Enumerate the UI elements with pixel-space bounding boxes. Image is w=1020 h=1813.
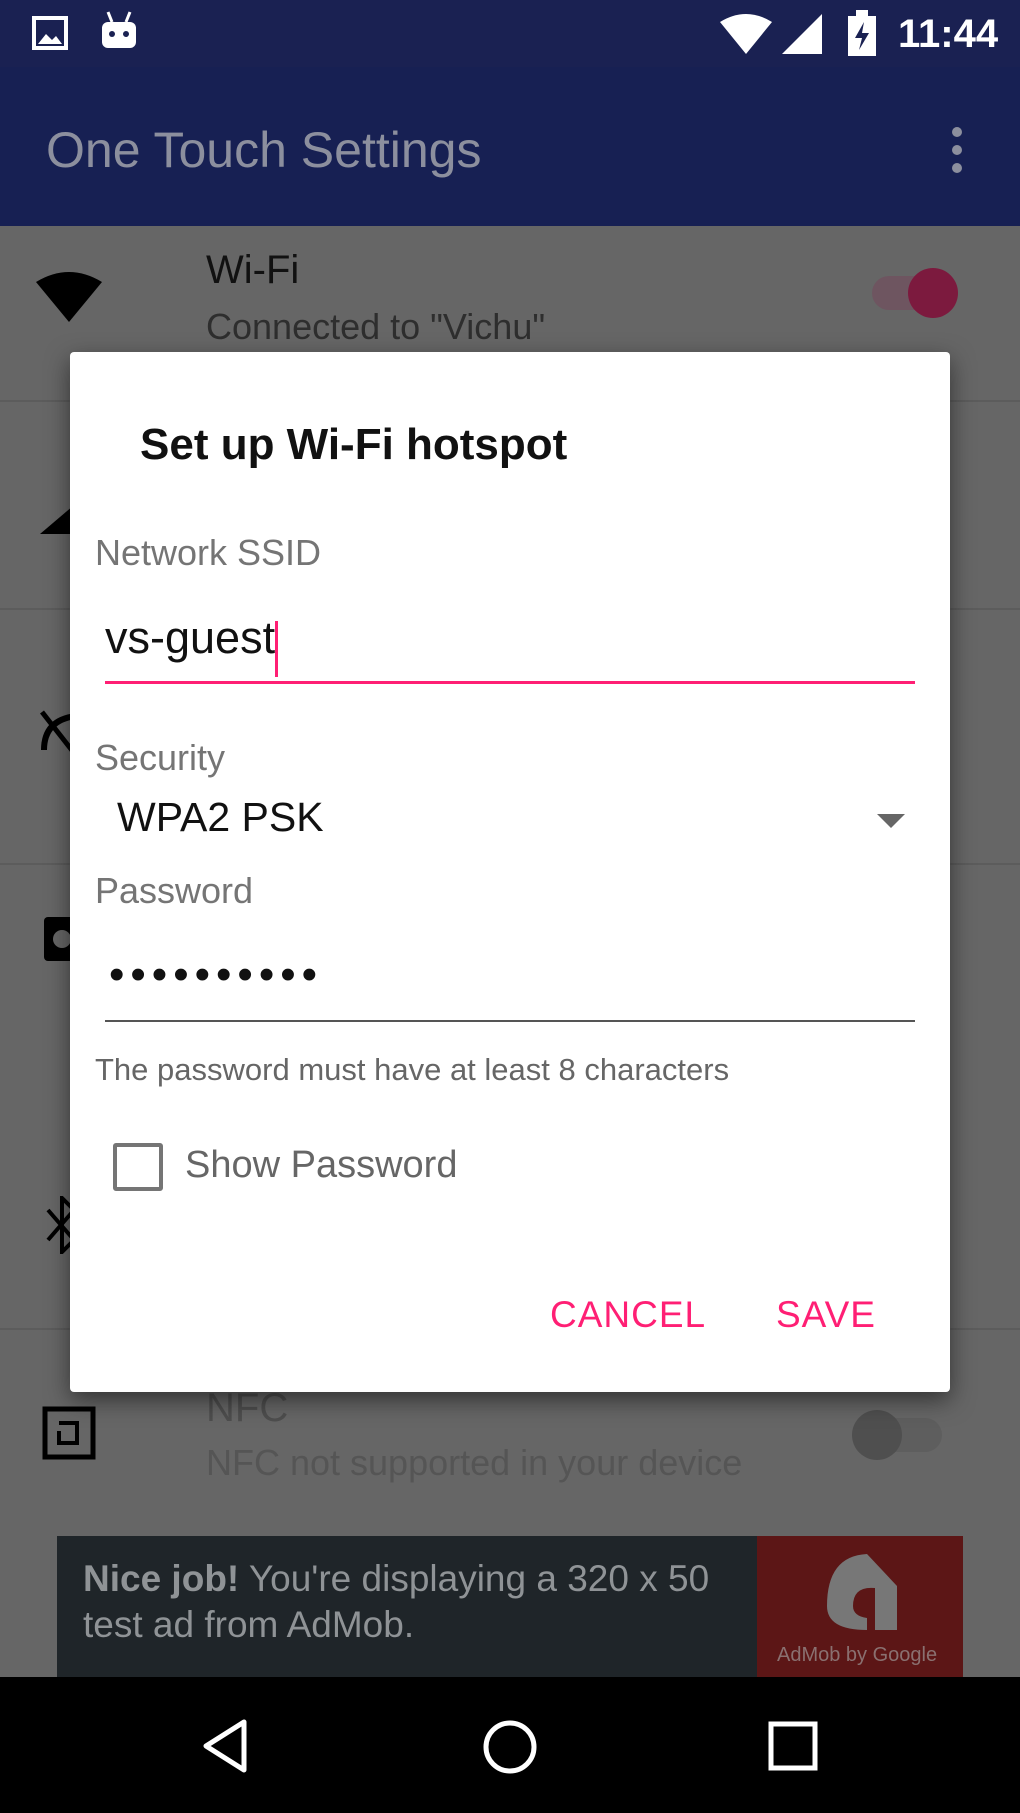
admob-brand: AdMob by Google bbox=[777, 1644, 938, 1666]
navigation-bar bbox=[0, 1677, 1020, 1813]
clock: 11:44 bbox=[898, 12, 999, 56]
app-title: One Touch Settings bbox=[46, 122, 482, 178]
cancel-button[interactable]: CANCEL bbox=[550, 1294, 706, 1336]
more-vert-icon[interactable] bbox=[950, 126, 964, 174]
wifi-icon bbox=[36, 272, 102, 322]
save-button[interactable]: SAVE bbox=[776, 1294, 876, 1336]
ad-text: Nice job! You're displaying a 320 x 50 t… bbox=[83, 1558, 710, 1645]
ad-banner[interactable]: Nice job! You're displaying a 320 x 50 t… bbox=[57, 1536, 963, 1677]
checkbox-box[interactable] bbox=[113, 1143, 163, 1191]
admob-logo: AdMob by Google bbox=[757, 1536, 963, 1677]
admob-icon bbox=[827, 1554, 897, 1630]
ssid-value: vs-guest bbox=[105, 612, 276, 663]
nfc-icon bbox=[42, 1406, 96, 1460]
dropdown-arrow-icon bbox=[877, 814, 905, 828]
ssid-label: Network SSID bbox=[95, 532, 322, 573]
battery-charging-icon bbox=[848, 10, 876, 56]
security-dropdown[interactable]: WPA2 PSK bbox=[105, 790, 915, 850]
wifi-toggle[interactable] bbox=[872, 268, 958, 318]
nfc-title: NFC bbox=[206, 1386, 289, 1430]
security-label: Security bbox=[95, 737, 226, 778]
back-icon[interactable] bbox=[202, 1719, 248, 1773]
recents-icon[interactable] bbox=[768, 1721, 818, 1771]
show-password-label: Show Password bbox=[185, 1144, 458, 1186]
password-label: Password bbox=[95, 870, 254, 911]
password-value: •••••••••• bbox=[109, 950, 324, 999]
ssid-input[interactable]: vs-guest bbox=[105, 612, 915, 684]
signal-icon bbox=[782, 14, 822, 54]
security-value: WPA2 PSK bbox=[117, 794, 324, 840]
password-input[interactable]: •••••••••• bbox=[105, 942, 915, 1022]
dialog-title: Set up Wi-Fi hotspot bbox=[140, 420, 568, 469]
home-icon[interactable] bbox=[482, 1719, 538, 1775]
wifi-icon bbox=[720, 14, 772, 54]
android-icon bbox=[102, 11, 136, 48]
hotspot-dialog: Set up Wi-Fi hotspot Network SSID vs-gue… bbox=[70, 352, 950, 1392]
wifi-subtitle: Connected to "Vichu" bbox=[206, 306, 546, 347]
status-bar: 11:44 bbox=[0, 0, 1020, 67]
image-icon bbox=[32, 16, 68, 50]
show-password-checkbox[interactable]: Show Password bbox=[113, 1142, 513, 1194]
text-cursor bbox=[275, 620, 279, 677]
password-hint: The password must have at least 8 charac… bbox=[95, 1052, 730, 1087]
nfc-toggle[interactable] bbox=[852, 1410, 942, 1460]
nfc-subtitle: NFC not supported in your device bbox=[206, 1442, 743, 1483]
wifi-title: Wi-Fi bbox=[206, 248, 300, 292]
